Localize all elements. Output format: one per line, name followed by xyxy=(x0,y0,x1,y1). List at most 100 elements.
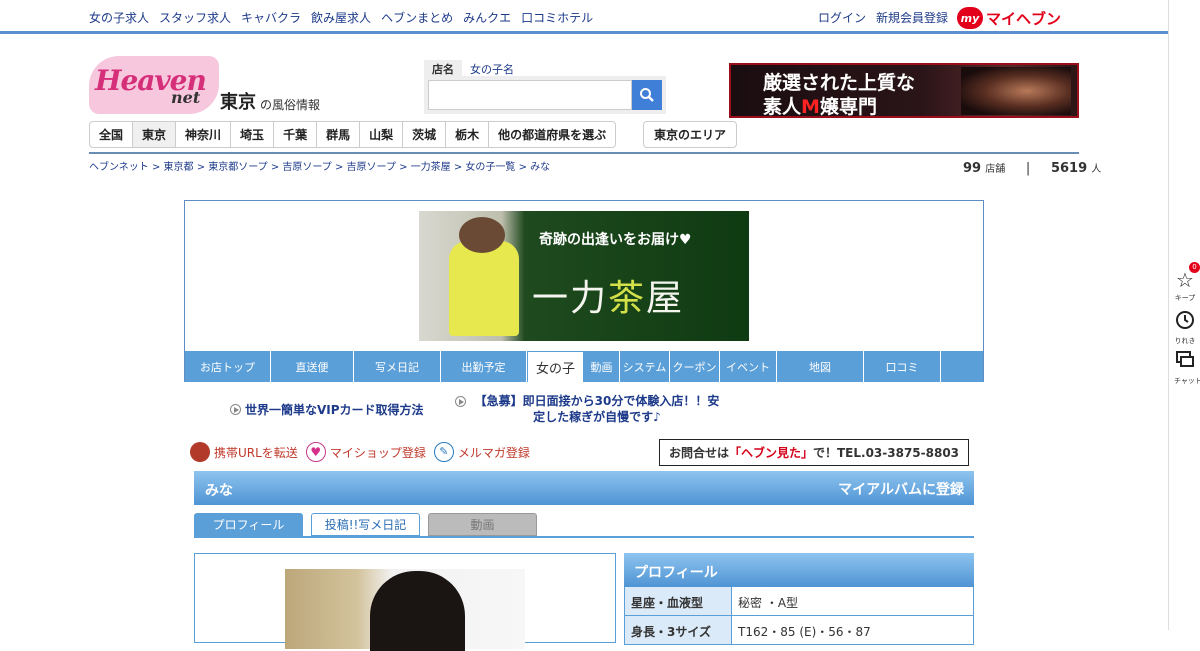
play-circle-icon xyxy=(230,404,241,415)
vip-card-link[interactable]: 世界一簡単なVIPカード取得方法 xyxy=(230,401,424,418)
region-tab-saitama[interactable]: 埼玉 xyxy=(231,121,275,148)
search-tab-girl[interactable]: 女の子名 xyxy=(462,60,522,76)
search-field-wrap xyxy=(424,76,666,114)
photo-hair-shape xyxy=(370,571,465,651)
shop-menu-system[interactable]: システム xyxy=(620,351,670,382)
ad-line-1: 厳選された上質な xyxy=(763,72,916,94)
heaven-logo[interactable]: Heaven net xyxy=(89,56,219,114)
tab-profile[interactable]: プロフィール xyxy=(194,513,303,536)
contact-prefix: お問合せは xyxy=(668,446,729,460)
search-button[interactable] xyxy=(632,80,662,110)
top-link-bar-jobs[interactable]: 飲み屋求人 xyxy=(311,9,371,26)
profile-value: T162・85 (E)・56・87 xyxy=(738,625,871,639)
city-subtitle: の風俗情報 xyxy=(260,98,321,112)
profile-key: 身長・3サイズ xyxy=(625,616,732,644)
top-link-girls-jobs[interactable]: 女の子求人 xyxy=(89,9,149,26)
header-divider xyxy=(89,152,1079,154)
girl-title-bar: みな マイアルバムに登録 xyxy=(194,471,974,505)
girl-count: 5619 xyxy=(1050,161,1088,176)
top-link-cabaret[interactable]: キャバクラ xyxy=(241,9,301,26)
city-name: 東京 xyxy=(220,92,256,113)
region-tab-gunma[interactable]: 群馬 xyxy=(317,121,361,148)
shop-frame: 奇跡の出逢いをお届け♥ 一力茶屋 お店トップ 直送便 写メ日記 出勤予定 女の子… xyxy=(184,200,984,382)
region-tab-other-prefectures[interactable]: 他の都道府県を選ぶ xyxy=(489,121,617,148)
search-icon xyxy=(640,88,654,102)
shop-menu-girls[interactable]: 女の子 xyxy=(527,351,584,382)
mail-edit-icon: ✎ xyxy=(433,442,454,462)
region-tab-tokyo[interactable]: 東京 xyxy=(133,121,177,148)
shop-girl-counts: 99 店舗 | 5619 人 xyxy=(963,160,1101,176)
add-to-album-link[interactable]: マイアルバムに登録 xyxy=(838,479,964,499)
login-link[interactable]: ログイン xyxy=(818,9,866,26)
ad-line-2: 素人M嬢専門 xyxy=(763,96,877,118)
shop-menu-direct[interactable]: 直送便 xyxy=(271,351,354,382)
my-heaven-button[interactable]: my マイヘブン xyxy=(957,7,1061,29)
count-separator: | xyxy=(1025,161,1031,176)
urgent-recruit-link[interactable]: 【急募】即日面接から30分で体験入店！！安定した稼ぎが自慢です♪ xyxy=(455,393,725,425)
shop-menu-photo-diary[interactable]: 写メ日記 xyxy=(354,351,441,382)
profile-key: 星座・血液型 xyxy=(625,587,732,615)
profile-row: 身長・3サイズ T162・85 (E)・56・87 xyxy=(624,616,974,645)
tokyo-area-button[interactable]: 東京のエリア xyxy=(643,121,738,148)
top-ad-banner[interactable]: 厳選された上質な 素人M嬢専門 xyxy=(729,63,1079,118)
top-link-heaven-matome[interactable]: ヘブンまとめ xyxy=(381,9,453,26)
top-link-minque[interactable]: みんクエ xyxy=(463,9,511,26)
banner-model-head xyxy=(459,217,505,253)
mobile-url-link[interactable]: 携帯URLを転送 xyxy=(190,442,298,462)
chat-button[interactable]: チャット xyxy=(1174,350,1200,386)
shop-tagline: 奇跡の出逢いをお届け♥ xyxy=(539,232,692,248)
mobile-url-icon xyxy=(190,442,210,462)
urgent-recruit-text: 【急募】即日面接から30分で体験入店！！安定した稼ぎが自慢です♪ xyxy=(474,394,720,424)
breadcrumb[interactable]: ヘブンネット > 東京都 > 東京都ソープ > 吉原ソープ > 吉原ソープ > … xyxy=(89,158,550,173)
history-button[interactable]: りれき xyxy=(1174,310,1196,346)
shop-menu-schedule[interactable]: 出勤予定 xyxy=(441,351,527,382)
register-link[interactable]: 新規会員登録 xyxy=(876,9,948,26)
shop-name: 一力茶屋 xyxy=(532,278,685,319)
mail-magazine-link[interactable]: ✎ メルマガ登録 xyxy=(433,442,530,462)
region-tab-national[interactable]: 全国 xyxy=(89,121,134,148)
shop-menu: お店トップ 直送便 写メ日記 出勤予定 女の子 動画 システム クーポン イベン… xyxy=(185,351,983,382)
chat-bubble-icon xyxy=(1176,351,1194,367)
contact-heaven-mita: 「ヘブン見た」 xyxy=(728,446,813,460)
mobile-url-label: 携帯URLを転送 xyxy=(214,445,298,460)
star-outline-icon: ☆ 0 xyxy=(1176,262,1200,292)
top-link-review-hotel[interactable]: 口コミホテル xyxy=(521,9,593,26)
contact-phone: で！TEL.03-3875-8803 xyxy=(812,446,960,460)
search-tab-shop[interactable]: 店名 xyxy=(424,60,462,76)
top-link-staff-jobs[interactable]: スタッフ求人 xyxy=(159,9,231,26)
my-shop-link[interactable]: ♥ マイショップ登録 xyxy=(305,442,426,462)
history-clock-icon xyxy=(1176,311,1194,329)
shop-menu-reviews[interactable]: 口コミ xyxy=(864,351,941,382)
contact-phone-box: お問合せは 「ヘブン見た」 で！TEL.03-3875-8803 xyxy=(659,439,969,466)
search-input[interactable] xyxy=(428,80,632,110)
ad-photo xyxy=(961,67,1071,115)
shop-menu-top[interactable]: お店トップ xyxy=(185,351,271,382)
shop-banner[interactable]: 奇跡の出逢いをお届け♥ 一力茶屋 xyxy=(419,211,749,341)
shop-menu-coupon[interactable]: クーポン xyxy=(670,351,720,382)
shop-count: 99 xyxy=(963,161,982,176)
search-tabs: 店名 女の子名 xyxy=(424,60,666,76)
keep-button[interactable]: ☆ 0 キープ xyxy=(1174,262,1200,303)
shop-menu-map[interactable]: 地図 xyxy=(777,351,864,382)
chat-label: チャット xyxy=(1174,377,1200,385)
logo-net-text: net xyxy=(171,88,201,107)
tab-video[interactable]: 動画 xyxy=(428,513,537,536)
region-tab-kanagawa[interactable]: 神奈川 xyxy=(176,121,232,148)
region-tab-tochigi[interactable]: 栃木 xyxy=(446,121,490,148)
girl-profile-tabs: プロフィール 投稿!!写メ日記 動画 xyxy=(194,513,974,538)
girl-name: みな xyxy=(205,483,233,499)
shop-menu-video[interactable]: 動画 xyxy=(584,351,620,382)
mail-magazine-label: メルマガ登録 xyxy=(457,445,530,460)
region-tab-yamanashi[interactable]: 山梨 xyxy=(360,121,404,148)
region-tab-ibaraki[interactable]: 茨城 xyxy=(403,121,447,148)
tab-photo-diary[interactable]: 投稿!!写メ日記 xyxy=(311,513,420,536)
girl-photo[interactable] xyxy=(285,569,525,651)
region-tab-chiba[interactable]: 千葉 xyxy=(274,121,318,148)
banner-model-figure xyxy=(449,241,519,336)
shop-menu-event[interactable]: イベント xyxy=(720,351,777,382)
play-circle-icon xyxy=(455,396,466,407)
account-links: ログイン 新規会員登録 xyxy=(818,9,948,26)
my-badge-icon: my xyxy=(957,7,983,29)
girl-count-unit: 人 xyxy=(1091,164,1102,175)
shop-count-unit: 店舗 xyxy=(985,164,1006,175)
